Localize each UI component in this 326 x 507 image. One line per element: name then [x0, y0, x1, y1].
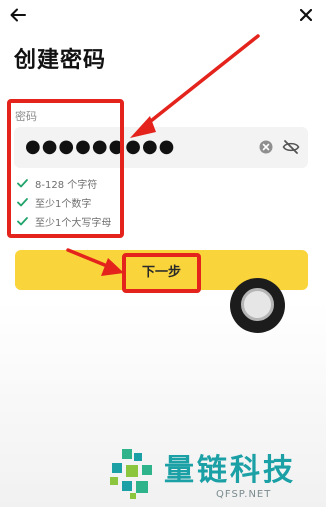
annotation-arrow-next	[66, 248, 124, 276]
annotation-arrow-password	[130, 34, 260, 138]
watermark-logo-icon	[110, 449, 152, 499]
annotation-arrows	[66, 34, 260, 276]
watermark: 量链科技 QFSP.NET	[104, 445, 326, 507]
watermark-text: 量链科技	[164, 453, 296, 488]
watermark-url: QFSP.NET	[216, 489, 272, 500]
